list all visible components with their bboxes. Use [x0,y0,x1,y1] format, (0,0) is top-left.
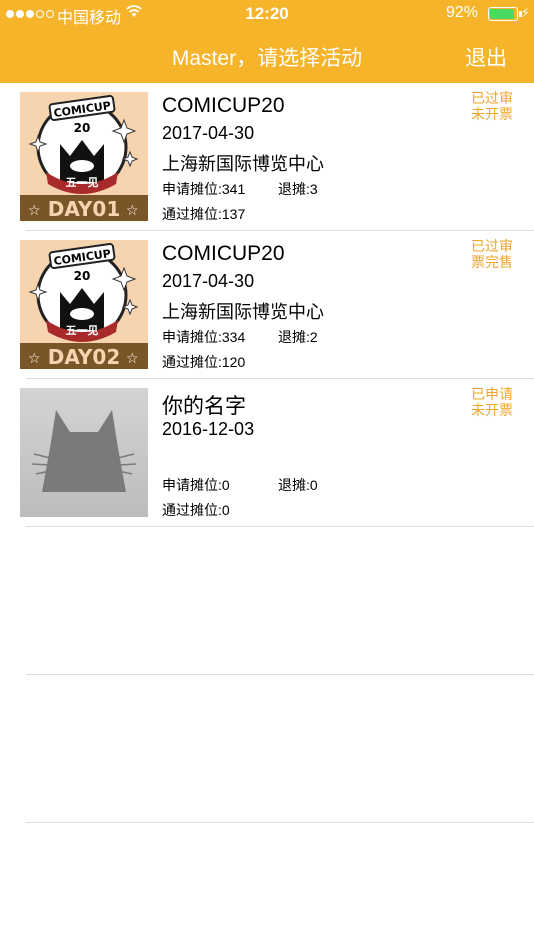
poster-subtitle: 五一见 [66,324,99,337]
applied-booths: 申请摊位:334 [162,329,246,345]
status-badge: 已过审 未开票 [470,90,514,122]
event-row[interactable]: 五一见 COMICUP 20 ☆ DAY02 ☆ COMICUP20 2017-… [0,231,534,379]
svg-text:☆: ☆ [126,203,139,219]
event-date: 2017-04-30 [162,271,255,291]
logout-button[interactable]: 退出 [465,42,507,72]
page-title: Master，请选择活动 [171,47,363,70]
status-badge: 已申请 未开票 [470,386,514,418]
withdrawn-booths: 退摊:2 [278,329,318,345]
status-line-2: 票完售 [471,254,513,270]
approved-booths: 通过摊位:120 [162,354,246,370]
event-row[interactable]: 五一见 COMICUP 20 ☆ DAY01 ☆ COMICUP20 2017-… [0,83,534,231]
comicup-day02-poster-icon: 五一见 COMICUP 20 ☆ DAY02 ☆ [20,240,148,369]
event-venue: 上海新国际博览中心 [162,302,324,322]
status-line-2: 未开票 [471,106,513,122]
poster-subtitle: 五一见 [66,176,99,189]
status-bar: 中国移动 12:20 92% ⚡ [0,0,534,28]
approved-booths: 通过摊位:137 [162,206,246,222]
svg-text:☆: ☆ [126,351,139,367]
event-row[interactable]: 你的名字 2016-12-03 申请摊位:0 退摊:0 通过摊位:0 已申请 未… [0,379,534,527]
event-date: 2017-04-30 [162,123,255,143]
poster-day-label: DAY01 [48,197,120,221]
withdrawn-booths: 退摊:0 [278,477,318,493]
poster-number: 20 [74,269,91,283]
svg-text:☆: ☆ [28,351,41,367]
event-title: 你的名字 [162,395,246,418]
comicup-day01-poster-icon: 五一见 COMICUP 20 ☆ DAY01 ☆ [20,92,148,221]
event-venue: 上海新国际博览中心 [162,154,324,174]
empty-row [0,675,534,823]
applied-booths: 申请摊位:0 [162,477,230,493]
event-list: 五一见 COMICUP 20 ☆ DAY01 ☆ COMICUP20 2017-… [0,83,534,823]
event-title: COMICUP20 [162,242,285,265]
empty-row [0,527,534,675]
status-line-1: 已申请 [471,386,513,402]
approved-booths: 通过摊位:0 [162,502,230,518]
status-badge: 已过审 票完售 [470,238,514,270]
event-date: 2016-12-03 [162,419,255,439]
poster-number: 20 [74,121,91,135]
poster-day-label: DAY02 [48,345,120,369]
status-line-1: 已过审 [471,238,513,254]
svg-text:☆: ☆ [28,203,41,219]
withdrawn-booths: 退摊:3 [278,181,318,197]
app-header: 中国移动 12:20 92% ⚡ Master，请选择活动 退出 [0,0,534,83]
charging-icon: ⚡ [520,5,530,20]
battery-percent: 92% [445,4,478,21]
event-title: COMICUP20 [162,94,285,117]
cat-placeholder-icon [20,388,148,517]
status-line-1: 已过审 [471,90,513,106]
battery-icon [488,7,518,21]
applied-booths: 申请摊位:341 [162,181,246,197]
status-line-2: 未开票 [471,402,513,418]
